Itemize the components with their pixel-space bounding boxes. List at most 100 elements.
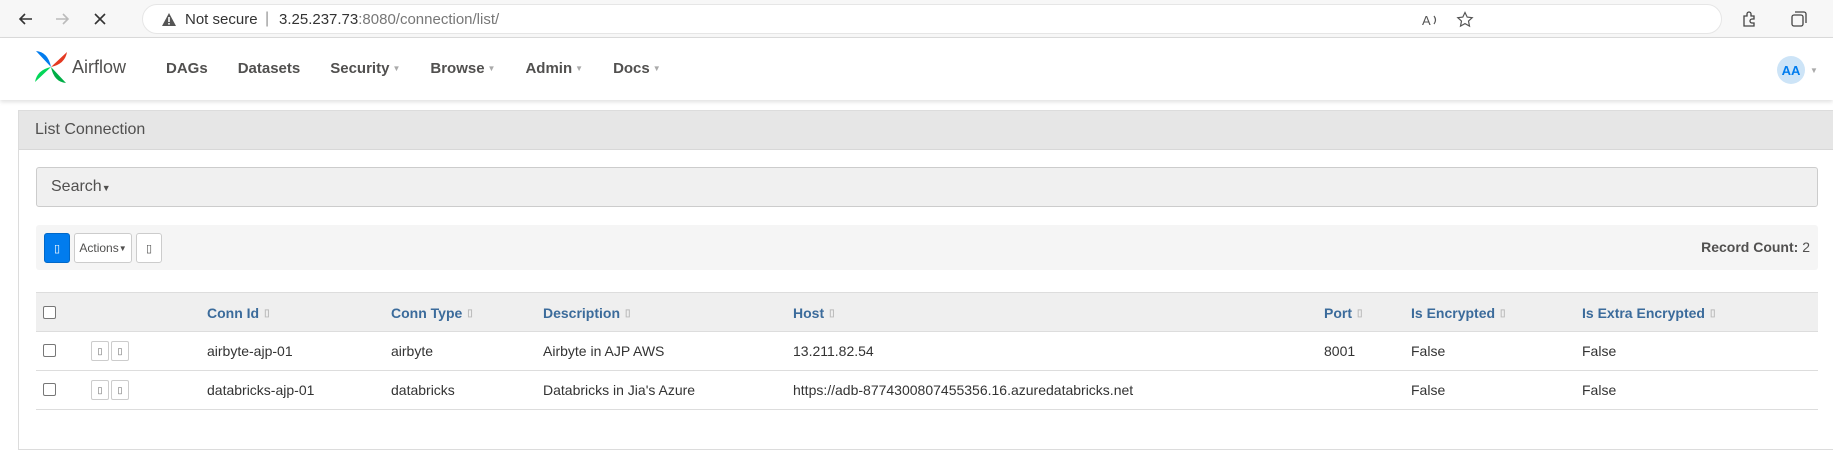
add-icon: ▯ bbox=[53, 242, 61, 255]
menu-label: Admin bbox=[525, 60, 573, 77]
url-text: 3.25.237.73:8080/connection/list/ bbox=[279, 11, 499, 28]
arrow-right-icon bbox=[56, 13, 70, 25]
show-record-button[interactable]: ▯ bbox=[91, 380, 109, 400]
url-path: :8080/connection/list/ bbox=[358, 11, 500, 28]
favorite-star-icon[interactable] bbox=[1455, 11, 1475, 29]
caret-down-icon: ▼ bbox=[575, 64, 584, 73]
cell-port: 8001 bbox=[1324, 343, 1356, 359]
main-menu: DAGs Datasets Security ▼ Browse ▼ Admin ▼ D… bbox=[166, 60, 691, 77]
stop-button[interactable] bbox=[86, 6, 114, 32]
col-conn-id[interactable]: Conn Id ▯ bbox=[207, 305, 270, 321]
cell-description: Airbyte in AJP AWS bbox=[543, 343, 665, 359]
list-connection-panel: List Connection Search▼ ▯ Actions ▼ ▯ Rec… bbox=[18, 110, 1833, 450]
browser-toolbar: Not secure | 3.25.237.73:8080/connection… bbox=[0, 0, 1833, 38]
address-separator: | bbox=[265, 10, 270, 27]
search-toggle[interactable]: Search▼ bbox=[36, 167, 1818, 207]
brand-link[interactable]: Airflow bbox=[32, 48, 142, 90]
menu-datasets[interactable]: Datasets bbox=[238, 60, 301, 77]
column-label: Host bbox=[793, 305, 825, 321]
cell-is-extra-encrypted: False bbox=[1582, 382, 1617, 398]
toolbar-extra-button[interactable]: ▯ bbox=[136, 233, 162, 263]
sort-icon: ▯ bbox=[264, 307, 270, 319]
cell-description: Databricks in Jia's Azure bbox=[543, 382, 696, 398]
caret-down-icon: ▼ bbox=[118, 243, 127, 253]
column-label: Description bbox=[543, 305, 621, 321]
column-label: Conn Id bbox=[207, 305, 260, 321]
cell-is-encrypted: False bbox=[1411, 343, 1446, 359]
cell-conn-type: airbyte bbox=[391, 343, 434, 359]
table-header: Conn Id ▯ Conn Type ▯ Description ▯ Host ▯ P… bbox=[36, 292, 1818, 332]
extensions-icon[interactable] bbox=[1738, 8, 1760, 30]
edit-record-button[interactable]: ▯ bbox=[111, 380, 129, 400]
cell-is-encrypted: False bbox=[1411, 382, 1446, 398]
menu-label: Docs bbox=[613, 60, 650, 77]
menu-label: DAGs bbox=[166, 60, 208, 77]
record-count: Record Count: 2 bbox=[1701, 239, 1810, 255]
show-record-button[interactable]: ▯ bbox=[91, 341, 109, 361]
warning-icon bbox=[161, 12, 177, 32]
placeholder-icon: ▯ bbox=[145, 242, 153, 255]
url-host: 3.25.237.73 bbox=[279, 11, 359, 28]
add-record-button[interactable]: ▯ bbox=[44, 233, 70, 263]
brand-name: Airflow bbox=[72, 57, 127, 77]
cell-is-extra-encrypted: False bbox=[1582, 343, 1617, 359]
menu-label: Security bbox=[330, 60, 390, 77]
cell-host: 13.211.82.54 bbox=[793, 343, 874, 359]
airflow-logo-icon bbox=[35, 51, 67, 83]
col-is-extra-encrypted[interactable]: Is Extra Encrypted ▯ bbox=[1582, 305, 1715, 321]
select-all-checkbox[interactable] bbox=[43, 306, 56, 319]
menu-browse[interactable]: Browse ▼ bbox=[430, 60, 495, 77]
col-description[interactable]: Description ▯ bbox=[543, 305, 631, 321]
sort-icon: ▯ bbox=[829, 307, 835, 319]
cell-conn-id: airbyte-ajp-01 bbox=[207, 343, 293, 359]
search-label: Search bbox=[51, 178, 102, 195]
address-bar[interactable]: Not secure | 3.25.237.73:8080/connection… bbox=[142, 4, 1722, 34]
record-count-value: 2 bbox=[1802, 239, 1810, 255]
cell-conn-id: databricks-ajp-01 bbox=[207, 382, 315, 398]
column-label: Is Extra Encrypted bbox=[1582, 305, 1705, 321]
column-label: Conn Type bbox=[391, 305, 463, 321]
caret-down-icon: ▼ bbox=[392, 64, 401, 73]
menu-admin[interactable]: Admin ▼ bbox=[525, 60, 583, 77]
collections-icon[interactable] bbox=[1788, 8, 1810, 30]
menu-security[interactable]: Security ▼ bbox=[330, 60, 400, 77]
sort-icon: ▯ bbox=[467, 307, 473, 319]
actions-dropdown[interactable]: Actions ▼ bbox=[74, 233, 132, 263]
col-host[interactable]: Host ▯ bbox=[793, 305, 835, 321]
cell-host: https://adb-8774300807455356.16.azuredat… bbox=[793, 382, 1134, 398]
svg-text:A: A bbox=[1422, 13, 1431, 28]
menu-dags[interactable]: DAGs bbox=[166, 60, 208, 77]
edit-record-button[interactable]: ▯ bbox=[111, 341, 129, 361]
close-icon bbox=[94, 13, 106, 25]
sort-icon: ▯ bbox=[1709, 307, 1716, 319]
menu-docs[interactable]: Docs ▼ bbox=[613, 60, 661, 77]
column-label: Is Encrypted bbox=[1411, 305, 1496, 321]
list-toolbar: ▯ Actions ▼ ▯ Record Count: 2 bbox=[36, 225, 1818, 270]
panel-title: List Connection bbox=[19, 111, 1833, 150]
menu-label: Browse bbox=[430, 60, 485, 77]
actions-label: Actions bbox=[79, 241, 119, 255]
cell-conn-type: databricks bbox=[391, 382, 455, 398]
table-row: ▯ ▯ airbyte-ajp-01 airbyte Airbyte in AJ… bbox=[36, 332, 1818, 371]
back-button[interactable] bbox=[12, 6, 40, 32]
caret-down-icon[interactable]: ▼ bbox=[1810, 66, 1818, 75]
col-port[interactable]: Port ▯ bbox=[1324, 305, 1363, 321]
not-secure-label: Not secure bbox=[185, 11, 258, 28]
col-conn-type[interactable]: Conn Type ▯ bbox=[391, 305, 473, 321]
menu-label: Datasets bbox=[237, 60, 301, 77]
row-checkbox[interactable] bbox=[43, 383, 56, 396]
row-checkbox[interactable] bbox=[43, 344, 56, 357]
caret-down-icon: ▼ bbox=[487, 64, 496, 73]
caret-down-icon: ▼ bbox=[101, 183, 111, 193]
connections-table: Conn Id ▯ Conn Type ▯ Description ▯ Host ▯ P… bbox=[36, 292, 1818, 410]
record-count-label: Record Count: bbox=[1701, 239, 1799, 255]
sort-icon: ▯ bbox=[1357, 307, 1363, 319]
forward-button[interactable] bbox=[48, 6, 76, 32]
sort-icon: ▯ bbox=[625, 307, 631, 319]
col-is-encrypted[interactable]: Is Encrypted ▯ bbox=[1411, 305, 1506, 321]
app-navbar: Airflow DAGs Datasets Security ▼ Browse ▼ … bbox=[0, 38, 1833, 100]
sort-icon: ▯ bbox=[1500, 307, 1506, 319]
user-avatar[interactable]: AA bbox=[1777, 56, 1805, 84]
table-row: ▯ ▯ databricks-ajp-01 databricks Databri… bbox=[36, 371, 1818, 410]
read-aloud-icon[interactable]: A bbox=[1421, 11, 1441, 29]
